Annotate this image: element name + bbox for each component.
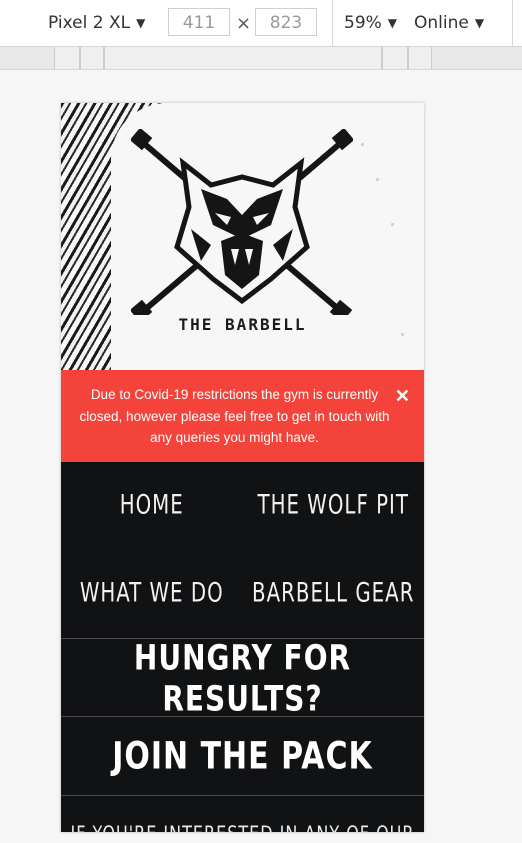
device-label: Pixel 2 XL [48,13,131,33]
device-select[interactable]: Pixel 2 XL ▼ [48,13,145,33]
network-label: Online [414,13,469,33]
cta-section[interactable]: JOIN THE PACK [61,716,424,795]
times-icon: × [236,13,252,34]
zoom-select[interactable]: 59% ▼ [344,13,397,33]
covid-notice-banner: Due to Covid-19 restrictions the gym is … [61,370,424,462]
wolf-logo [131,129,353,315]
main-nav: HOME THE WOLF PIT WHAT WE DO BARBELL GEA… [61,462,424,637]
height-input[interactable]: 823 [255,8,317,36]
media-query-ruler[interactable] [0,47,522,70]
nav-barbell-gear[interactable]: BARBELL GEAR [243,541,425,646]
hero-banner: THE BARBELL [61,103,424,370]
headline-section: HUNGRY FOR RESULTS? [61,636,424,719]
ruler-segment[interactable] [80,47,104,69]
close-icon[interactable]: ✕ [395,387,410,405]
texture-speck [361,143,364,146]
ruler-segment[interactable] [104,47,382,69]
device-viewport: THE BARBELL Due to Covid-19 restrictions… [61,103,424,832]
zoom-label: 59% [344,13,382,33]
device-toolbar: Pixel 2 XL ▼ 411 × 823 59% ▼ Online ▼ [0,0,522,47]
toolbar-divider [512,0,513,46]
caret-down-icon: ▼ [474,16,485,30]
ruler-segment[interactable] [54,47,80,69]
brand-name: THE BARBELL [178,315,307,334]
nav-what-we-do[interactable]: WHAT WE DO [61,541,243,646]
caret-down-icon: ▼ [387,16,398,30]
notice-text: Due to Covid-19 restrictions the gym is … [79,387,390,445]
ruler-segment[interactable] [382,47,408,69]
texture-speck [391,223,394,226]
toolbar-divider [332,0,333,46]
headline: HUNGRY FOR RESULTS? [133,636,352,719]
intro-text: IF YOU'RE INTERESTED IN ANY OF OUR [70,822,414,832]
network-select[interactable]: Online ▼ [414,13,484,33]
ruler-segment[interactable] [408,47,432,69]
texture-speck [376,178,379,181]
width-input[interactable]: 411 [168,8,230,36]
caret-down-icon: ▼ [136,16,146,30]
join-the-pack-heading[interactable]: JOIN THE PACK [112,734,373,778]
intro-text-section: IF YOU'RE INTERESTED IN ANY OF OUR [61,795,424,832]
